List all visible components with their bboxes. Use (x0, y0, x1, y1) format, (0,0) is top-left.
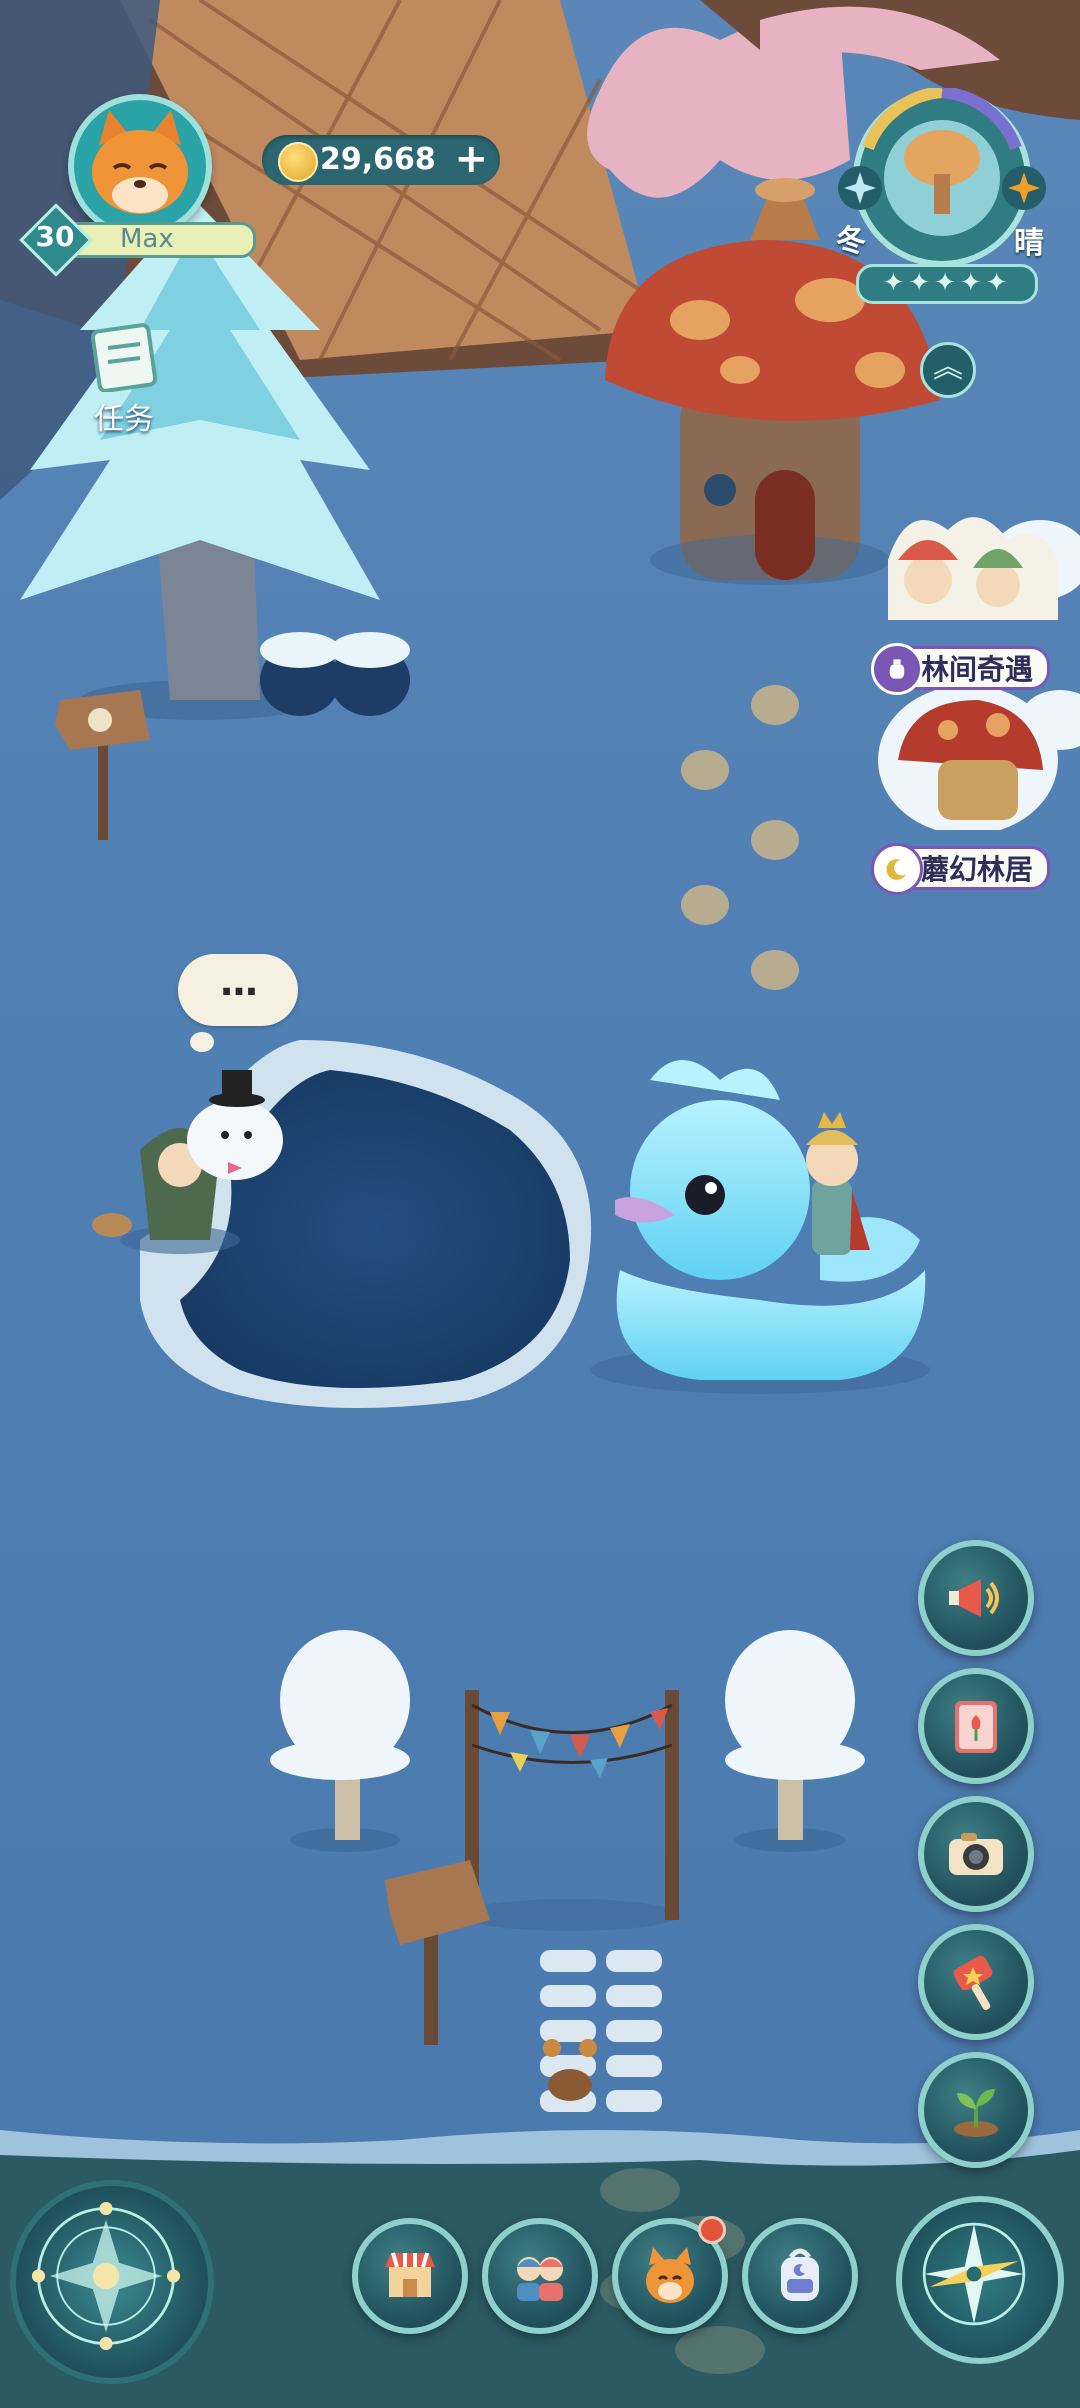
coin-amount: 29,668 (320, 142, 436, 177)
player-level: 30 (35, 220, 75, 253)
plus-icon[interactable]: + (454, 137, 488, 181)
thought-bubble[interactable]: ... (178, 954, 298, 1026)
event-forest-encounter[interactable]: 林间奇遇 (868, 500, 1080, 695)
event-mushroom-home-art (878, 685, 1058, 835)
season-label: 冬 (836, 224, 866, 259)
plant-button[interactable] (918, 2052, 1034, 2168)
friends-button[interactable] (482, 2218, 598, 2334)
player-avatar[interactable] (68, 94, 212, 238)
store-button[interactable] (352, 2218, 468, 2334)
pet-button[interactable] (612, 2216, 728, 2334)
player-level-status: Max (120, 224, 174, 254)
compass-button[interactable] (896, 2196, 1064, 2364)
camera-button[interactable] (918, 1796, 1034, 1912)
backpack-button[interactable] (742, 2218, 858, 2334)
backpack-icon (781, 2248, 819, 2301)
star-icon: ✦ (908, 268, 935, 298)
star-icon: ✦ (959, 268, 986, 298)
task-scroll-icon (90, 323, 158, 393)
event-label: 林间奇遇 (921, 653, 1034, 686)
event-label: 蘑幻林居 (921, 853, 1034, 886)
notification-dot (698, 2216, 726, 2244)
task-label: 任务 (94, 402, 154, 437)
thought-bubble-tail (190, 1032, 214, 1052)
star-icon: ✦ (985, 268, 1012, 298)
compass-icon (922, 2222, 1026, 2326)
weather-dial[interactable]: 冬 晴 ✦✦✦✦✦ (828, 86, 1056, 318)
magic-circle-button[interactable] (10, 2180, 214, 2384)
task-button[interactable]: 任务 (84, 322, 164, 437)
event-chip[interactable]: 蘑幻林居 (871, 843, 1051, 895)
star-rating: ✦✦✦✦✦ (856, 264, 1038, 304)
coin-counter[interactable]: 29,668 + (262, 135, 500, 185)
fox-pet-icon (646, 2247, 694, 2303)
megaphone-icon (949, 1579, 999, 1617)
star-icon: ✦ (934, 268, 960, 298)
announcement-button[interactable] (918, 1540, 1034, 1656)
weather-label: 晴 (1014, 226, 1044, 261)
crescent-moon-icon (871, 843, 923, 895)
tulip-book-icon (955, 1701, 997, 1753)
magic-circle-icon (31, 2201, 181, 2351)
event-chip[interactable]: 林间奇遇 (871, 643, 1051, 695)
event-forest-encounter-art (888, 517, 1058, 620)
two-friends-icon (517, 2257, 563, 2301)
thought-text: ... (219, 960, 258, 1004)
sprout-icon (954, 2089, 998, 2137)
star-hammer-icon (953, 1955, 993, 2011)
gold-coin-icon (278, 142, 318, 182)
camera-icon (949, 1833, 1003, 1875)
double-chevron-up-icon: ︽ (933, 350, 963, 385)
event-mushroom-home[interactable]: 蘑幻林居 (868, 685, 1080, 895)
player-panel[interactable]: 30 Max (19, 88, 256, 277)
market-stall-icon (385, 2252, 435, 2297)
expand-button[interactable]: ︽ (920, 342, 976, 398)
album-button[interactable] (918, 1668, 1034, 1784)
star-hammer-button[interactable] (918, 1924, 1034, 2040)
fox-face-icon (92, 110, 188, 214)
star-icon: ✦ (882, 268, 909, 298)
potion-bottle-icon (871, 643, 923, 695)
